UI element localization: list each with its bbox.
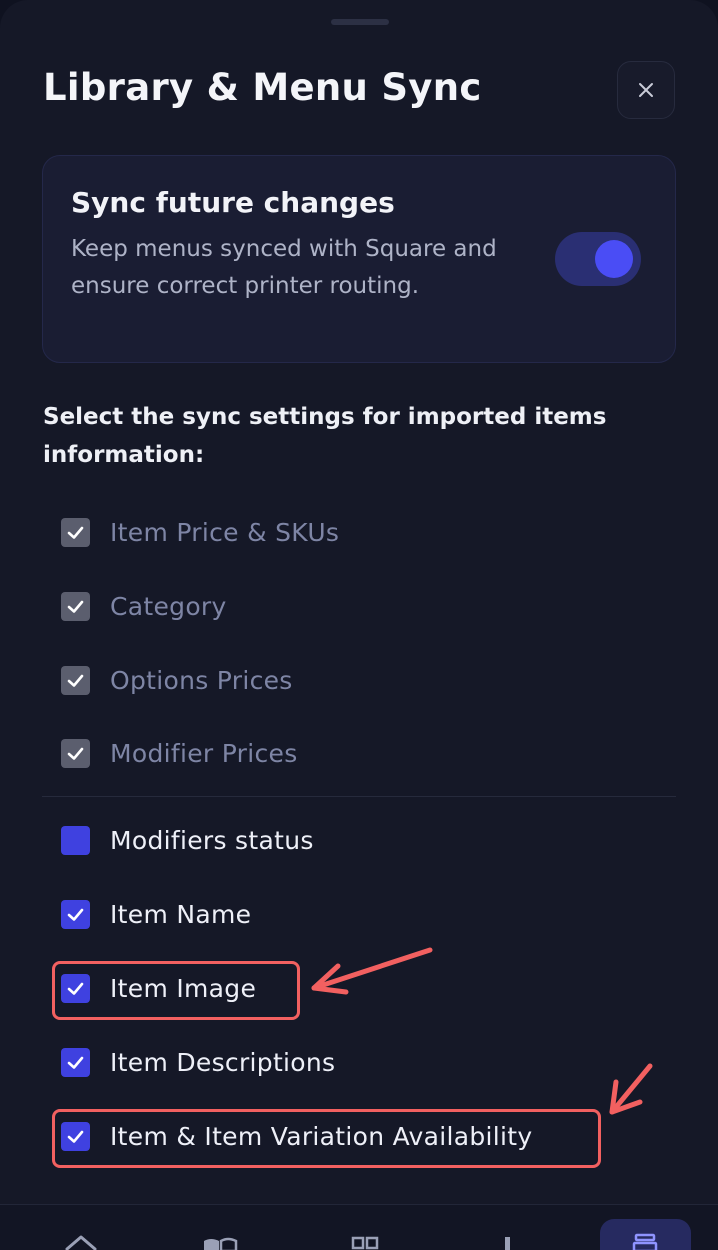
option-item-name[interactable]: Item Name (61, 898, 251, 930)
home-icon[interactable] (64, 1235, 98, 1250)
annotation-arrow-icon (311, 947, 433, 995)
option-item-descriptions[interactable]: Item Descriptions (61, 1046, 335, 1078)
printer-icon[interactable] (631, 1233, 659, 1250)
option-label: Item Name (110, 899, 252, 929)
checkbox-item-name[interactable] (61, 899, 90, 929)
checkbox-options-prices (61, 665, 90, 695)
checkmark-icon (67, 1056, 84, 1069)
option-category: Category (61, 590, 227, 622)
sync-sheet: Library & Menu Sync Sync future changes … (0, 0, 718, 1250)
checkbox-category (61, 591, 90, 621)
sync-toggle[interactable] (555, 232, 641, 286)
option-item-price-skus: Item Price & SKUs (61, 516, 339, 548)
close-icon (639, 83, 653, 97)
grid-icon[interactable] (351, 1235, 379, 1250)
menu-book-icon[interactable] (202, 1237, 238, 1250)
checkbox-item-price-skus (61, 517, 90, 547)
highlight-box-item-variation-availability (52, 1109, 601, 1168)
sync-settings-prompt: Select the sync settings for imported it… (43, 404, 607, 468)
bottom-nav (0, 1204, 718, 1250)
checkbox-modifier-prices (61, 738, 90, 768)
option-label: Item Price & SKUs (110, 517, 340, 547)
checkbox-item-descriptions[interactable] (61, 1047, 90, 1077)
option-label: Modifier Prices (110, 738, 298, 768)
page-title: Library & Menu Sync (43, 66, 482, 109)
sheet-grabber[interactable] (331, 19, 389, 25)
checkmark-icon (67, 600, 84, 613)
highlight-box-item-image (52, 961, 300, 1020)
checkbox-modifiers-status[interactable] (61, 825, 90, 855)
checkmark-icon (67, 908, 84, 921)
option-modifiers-status[interactable]: Modifiers status (61, 824, 314, 856)
sync-card-description: Keep menus synced with Square and ensure… (71, 236, 497, 299)
option-label: Item Descriptions (110, 1047, 336, 1077)
close-button[interactable] (617, 61, 675, 119)
option-options-prices: Options Prices (61, 664, 293, 696)
checkmark-icon (67, 674, 84, 687)
option-modifier-prices: Modifier Prices (61, 737, 298, 769)
option-label: Options Prices (110, 665, 293, 695)
annotation-arrow-icon (609, 1063, 653, 1115)
sync-future-changes-card: Sync future changes Keep menus synced wi… (42, 155, 676, 363)
option-label: Modifiers status (110, 825, 314, 855)
option-label: Category (110, 591, 227, 621)
toggle-knob (595, 240, 633, 278)
checkmark-icon (67, 526, 84, 539)
sync-card-title: Sync future changes (71, 186, 395, 219)
bar-chart-icon[interactable] (497, 1235, 517, 1250)
divider (42, 796, 676, 797)
checkmark-icon (67, 747, 84, 760)
